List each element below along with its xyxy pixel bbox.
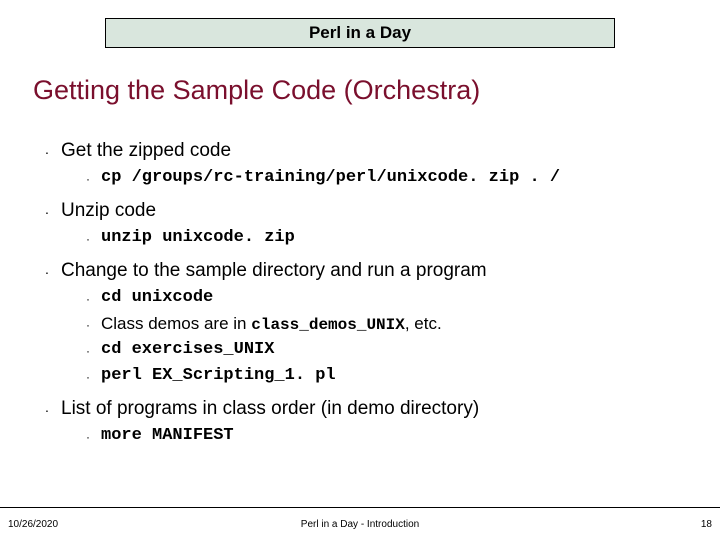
item-text: cd unixcode bbox=[101, 288, 213, 307]
list-subitem: ·cp /groups/rc-training/perl/unixcode. z… bbox=[75, 168, 693, 190]
bullet-icon: · bbox=[33, 260, 61, 284]
bullet-icon: · bbox=[33, 200, 61, 224]
list-subitem: ·unzip unixcode. zip bbox=[75, 228, 693, 250]
item-text: Get the zipped code bbox=[61, 140, 231, 162]
list-item: ·Unzip code bbox=[33, 200, 693, 224]
item-text: unzip unixcode. zip bbox=[101, 228, 295, 247]
bullet-icon: · bbox=[75, 314, 101, 336]
list-subitem: ·perl EX_Scripting_1. pl bbox=[75, 366, 693, 388]
bullet-icon: · bbox=[75, 366, 101, 388]
item-text: perl EX_Scripting_1. pl bbox=[101, 366, 336, 385]
bullet-icon: · bbox=[33, 398, 61, 422]
list-subitem: ·Class demos are in class_demos_UNIX, et… bbox=[75, 314, 693, 336]
bullet-icon: · bbox=[75, 426, 101, 448]
list-subitem: ·more MANIFEST bbox=[75, 426, 693, 448]
slide-title: Getting the Sample Code (Orchestra) bbox=[33, 75, 480, 106]
item-text: cd exercises_UNIX bbox=[101, 340, 274, 359]
item-text: Class demos are in class_demos_UNIX, etc… bbox=[101, 314, 442, 334]
bullet-icon: · bbox=[75, 168, 101, 190]
list-item: ·Get the zipped code bbox=[33, 140, 693, 164]
bullet-icon: · bbox=[75, 288, 101, 310]
slide-footer: 10/26/2020 Perl in a Day - Introduction … bbox=[0, 514, 720, 532]
item-text: Unzip code bbox=[61, 200, 156, 222]
bullet-icon: · bbox=[33, 140, 61, 164]
item-text: cp /groups/rc-training/perl/unixcode. zi… bbox=[101, 168, 560, 187]
list-subitem: ·cd exercises_UNIX bbox=[75, 340, 693, 362]
footer-subtitle: Perl in a Day - Introduction bbox=[0, 519, 720, 530]
slide-header: Perl in a Day bbox=[105, 18, 615, 48]
footer-divider bbox=[0, 507, 720, 508]
list-item: ·List of programs in class order (in dem… bbox=[33, 398, 693, 422]
list-subitem: ·cd unixcode bbox=[75, 288, 693, 310]
footer-page-number: 18 bbox=[701, 519, 712, 530]
item-text: List of programs in class order (in demo… bbox=[61, 398, 479, 420]
slide-body: ·Get the zipped code·cp /groups/rc-train… bbox=[33, 130, 693, 450]
bullet-icon: · bbox=[75, 228, 101, 250]
item-text: Change to the sample directory and run a… bbox=[61, 260, 487, 282]
bullet-icon: · bbox=[75, 340, 101, 362]
list-item: ·Change to the sample directory and run … bbox=[33, 260, 693, 284]
item-text: more MANIFEST bbox=[101, 426, 234, 445]
